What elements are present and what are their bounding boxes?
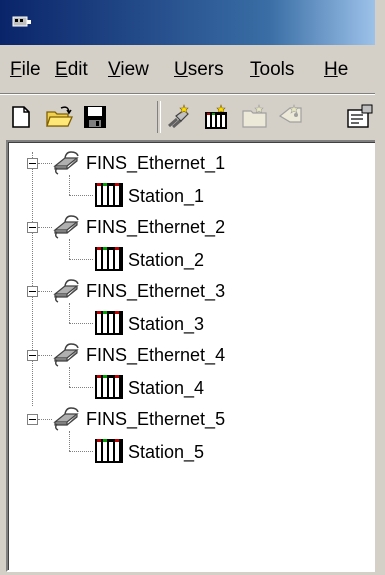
tree-child-line — [69, 367, 70, 387]
collapse-toggle[interactable] — [27, 350, 38, 361]
collapse-toggle[interactable] — [27, 222, 38, 233]
save-icon[interactable] — [80, 102, 110, 132]
app-window: File Edit View Users Tools He FINS_Ether… — [0, 0, 385, 575]
tree-child-line — [69, 239, 70, 259]
toolbar-separator — [157, 101, 161, 133]
tree-child-line — [69, 175, 70, 195]
station-icon — [95, 375, 123, 399]
tree-child-line — [69, 431, 70, 451]
menu-file[interactable]: File — [10, 59, 41, 81]
window-edge — [375, 0, 385, 575]
tree-node-fins-ethernet-2[interactable]: FINS_Ethernet_2 — [86, 216, 225, 238]
ethernet-channel-icon — [53, 343, 79, 367]
open-icon[interactable] — [44, 102, 74, 132]
tree-trunk-line — [32, 152, 33, 406]
new-icon[interactable] — [6, 102, 36, 132]
tree-child-branch — [69, 323, 93, 324]
menu-edit[interactable]: Edit — [55, 59, 88, 81]
tree-node-fins-ethernet-1[interactable]: FINS_Ethernet_1 — [86, 152, 225, 174]
menu-tools[interactable]: Tools — [250, 59, 294, 81]
tree-node-station-4[interactable]: Station_4 — [128, 377, 204, 399]
menu-view[interactable]: View — [108, 59, 149, 81]
menu-bar: File Edit View Users Tools He — [0, 45, 385, 94]
title-bar[interactable] — [0, 0, 385, 45]
tree-child-branch — [69, 451, 93, 452]
tree-child-branch — [69, 259, 93, 260]
app-icon — [12, 16, 31, 27]
collapse-toggle[interactable] — [27, 286, 38, 297]
folder-icon[interactable] — [240, 102, 270, 132]
station-icon — [95, 311, 123, 335]
tree-node-station-5[interactable]: Station_5 — [128, 441, 204, 463]
ethernet-channel-icon — [53, 215, 79, 239]
station-icon — [95, 183, 123, 207]
properties-icon[interactable] — [345, 102, 375, 132]
tree-branch-line — [38, 419, 52, 420]
tree-node-station-1[interactable]: Station_1 — [128, 185, 204, 207]
menu-help[interactable]: He — [324, 59, 348, 81]
collapse-toggle[interactable] — [27, 158, 38, 169]
tree-node-station-2[interactable]: Station_2 — [128, 249, 204, 271]
tag-icon[interactable] — [276, 102, 306, 132]
tree-node-fins-ethernet-4[interactable]: FINS_Ethernet_4 — [86, 344, 225, 366]
menu-users[interactable]: Users — [174, 59, 224, 81]
tree-branch-line — [38, 291, 52, 292]
collapse-toggle[interactable] — [27, 414, 38, 425]
ethernet-channel-icon — [53, 407, 79, 431]
tree-child-line — [69, 303, 70, 323]
tree-node-station-3[interactable]: Station_3 — [128, 313, 204, 335]
tree-branch-line — [38, 227, 52, 228]
tree-panel[interactable]: FINS_Ethernet_1 Station_1 FINS_Ethernet_… — [6, 140, 377, 572]
tree-child-branch — [69, 195, 93, 196]
tree-node-fins-ethernet-5[interactable]: FINS_Ethernet_5 — [86, 408, 225, 430]
toolbar — [0, 94, 385, 141]
station-icon — [95, 439, 123, 463]
tree-child-branch — [69, 387, 93, 388]
tree-node-fins-ethernet-3[interactable]: FINS_Ethernet_3 — [86, 280, 225, 302]
ethernet-channel-icon — [53, 279, 79, 303]
station-icon — [95, 247, 123, 271]
tree-branch-line — [38, 355, 52, 356]
ethernet-channel-icon — [53, 151, 79, 175]
wizard-icon[interactable] — [164, 102, 194, 132]
tree-branch-line — [38, 163, 52, 164]
device-icon[interactable] — [202, 102, 232, 132]
